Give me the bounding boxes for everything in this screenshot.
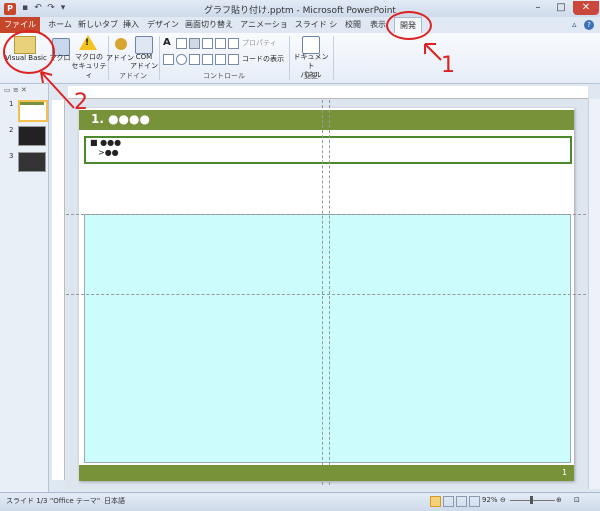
annotation-number-1: 1 xyxy=(441,53,455,78)
annotation-arrow-1 xyxy=(424,43,442,61)
annotation-number-2: 2 xyxy=(74,90,88,115)
annotation-arrows xyxy=(40,43,442,109)
annotation-arrow-2 xyxy=(40,71,75,109)
